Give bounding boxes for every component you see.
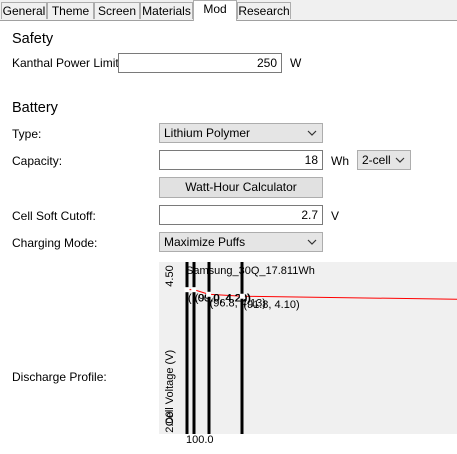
data-point[interactable]: [191, 287, 197, 293]
type-label: Type:: [12, 127, 42, 141]
tab-bar: General Theme Screen Materials Mod Resea…: [0, 0, 457, 21]
capacity-unit: Wh: [331, 154, 349, 168]
battery-type-select[interactable]: Lithium Polymer: [159, 123, 323, 143]
y-tick-max: 4.50: [164, 265, 176, 286]
cell-soft-cutoff-input[interactable]: 2.7: [159, 205, 323, 225]
battery-type-value: Lithium Polymer: [164, 126, 251, 140]
discharge-profile-label: Discharge Profile:: [12, 370, 107, 384]
discharge-chart-svg[interactable]: Cell Voltage (V) 4.50 2.00 100.0 Samsung…: [159, 262, 457, 454]
data-point[interactable]: [239, 293, 245, 299]
capacity-input[interactable]: 18: [159, 150, 323, 170]
safety-heading: Safety: [12, 31, 54, 47]
chevron-down-icon: [307, 130, 317, 136]
data-point[interactable]: [184, 287, 190, 293]
tab-general[interactable]: General: [1, 2, 47, 19]
watt-hour-calculator-button[interactable]: Watt-Hour Calculator: [159, 177, 323, 198]
tab-materials[interactable]: Materials: [140, 2, 193, 19]
chevron-down-icon: [307, 239, 317, 245]
tab-screen[interactable]: Screen: [94, 2, 140, 19]
y-tick-min: 2.00: [164, 411, 176, 432]
tab-mod[interactable]: Mod: [193, 0, 237, 21]
data-point[interactable]: [206, 291, 212, 297]
capacity-label: Capacity:: [12, 154, 63, 168]
x-tick-label: 100.0: [186, 434, 214, 446]
chart-title: Samsung_30Q_17.811Wh: [186, 265, 315, 277]
charging-mode-select[interactable]: Maximize Puffs: [159, 232, 323, 252]
kanthal-power-unit: W: [290, 56, 302, 70]
tab-theme[interactable]: Theme: [47, 2, 94, 19]
charging-mode-label: Charging Mode:: [12, 236, 98, 250]
discharge-profile-chart[interactable]: Cell Voltage (V) 4.50 2.00 100.0 Samsung…: [159, 262, 457, 446]
cell-soft-cutoff-label: Cell Soft Cutoff:: [12, 209, 96, 223]
kanthal-power-limit-input[interactable]: 250: [118, 53, 282, 73]
chevron-down-icon: [395, 157, 405, 163]
tab-research[interactable]: Research: [237, 2, 291, 19]
data-point-label: (91.8, 4.10): [243, 299, 299, 311]
chart-marks: (100.0, 4.20)(99.0, 4.20)(96.8, 4.13)(91…: [184, 262, 457, 434]
cell-count-select[interactable]: 2-cell: [357, 150, 411, 170]
cell-count-value: 2-cell: [362, 153, 391, 167]
battery-heading: Battery: [12, 100, 58, 116]
cutoff-unit: V: [331, 209, 340, 223]
kanthal-power-limit-label: Kanthal Power Limit:: [12, 56, 123, 70]
charging-mode-value: Maximize Puffs: [164, 235, 246, 249]
